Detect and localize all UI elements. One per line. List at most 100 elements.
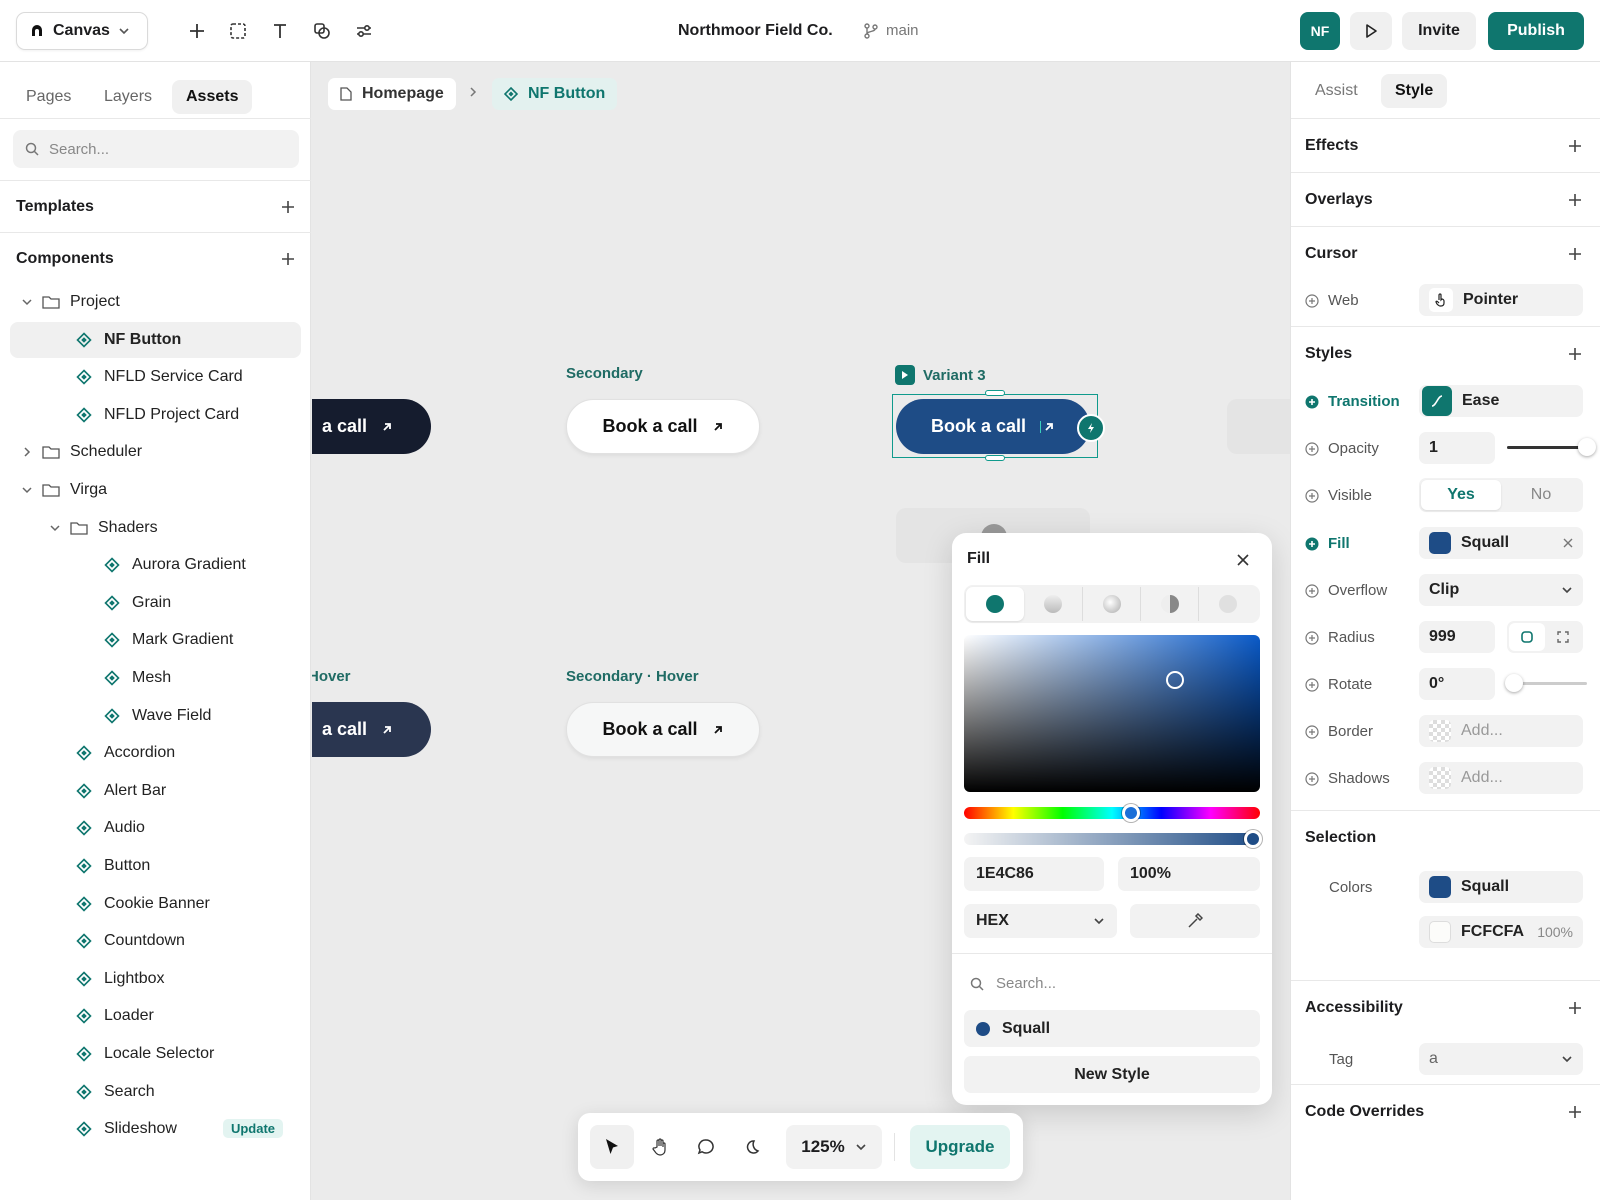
publish-button[interactable]: Publish [1488,12,1584,50]
shapes-icon[interactable] [309,18,335,44]
border-add-input[interactable]: Add... [1419,715,1583,747]
fill-style-select[interactable]: Squall [1419,527,1583,559]
opacity-slider-knob[interactable] [1244,830,1262,848]
tree-item[interactable]: Mark Gradient [10,622,301,658]
tab-assets[interactable]: Assets [172,80,253,114]
add-effect-icon[interactable] [1567,138,1583,154]
document-title[interactable]: Northmoor Field Co. [678,22,833,40]
avatar[interactable]: NF [1300,12,1340,50]
dark-mode-icon[interactable] [730,1125,774,1169]
opacity-input[interactable]: 1 [1419,432,1495,464]
tree-item[interactable]: Project [10,284,301,320]
tree-item[interactable]: NFLD Project Card [10,397,301,433]
radius-input[interactable]: 999 [1419,621,1495,653]
invite-button[interactable]: Invite [1402,12,1476,50]
fill-type-image[interactable] [1198,587,1256,621]
hue-slider-knob[interactable] [1122,804,1140,822]
tree-item[interactable]: Shaders [10,510,301,546]
chevron-down-icon[interactable] [20,295,34,309]
tree-item[interactable]: Aurora Gradient [10,547,301,583]
pointer-tool-icon[interactable] [590,1125,634,1169]
project-menu-button[interactable]: Canvas [16,12,148,50]
fill-type-conic[interactable] [1140,587,1198,621]
opacity-input[interactable]: 100% [1118,857,1260,891]
secondary-variant-button[interactable]: Book a call [566,399,760,454]
radius-uniform-icon[interactable] [1509,623,1545,651]
rotate-slider-track[interactable] [1505,674,1587,692]
tree-item[interactable]: Alert Bar [10,773,301,809]
resize-handle-bottom[interactable] [985,455,1005,461]
tab-assist[interactable]: Assist [1301,74,1372,108]
tree-item[interactable]: Locale Selector [10,1036,301,1072]
style-search-input[interactable]: Search... [970,975,1056,992]
tree-item[interactable]: NFLD Service Card [10,359,301,395]
tree-item[interactable]: Countdown [10,923,301,959]
interaction-bolt-icon[interactable] [1077,414,1105,442]
visible-yes-option[interactable]: Yes [1421,480,1501,510]
tab-pages[interactable]: Pages [12,80,85,114]
hue-slider[interactable] [964,804,1260,822]
update-badge[interactable]: Update [222,1119,283,1138]
hover-variant-button[interactable]: a call [312,702,431,757]
tree-item[interactable]: Accordion [10,735,301,771]
breadcrumb-nf-button[interactable]: NF Button [492,78,618,110]
add-style-icon[interactable] [1567,346,1583,362]
add-code-override-icon[interactable] [1567,1104,1583,1120]
frame-icon[interactable] [225,18,251,44]
add-accessibility-icon[interactable] [1567,1000,1583,1016]
tag-select[interactable]: a [1419,1043,1583,1075]
overflow-select[interactable]: Clip [1419,574,1583,606]
resize-handle-top[interactable] [985,390,1005,396]
preview-button[interactable] [1350,12,1392,50]
tab-style[interactable]: Style [1381,74,1448,108]
variant-label-variant3[interactable]: Variant 3 [895,365,986,385]
close-icon[interactable] [1563,538,1573,548]
zoom-select[interactable]: 125% [786,1125,882,1169]
variant3-button[interactable]: Book a call [896,399,1090,454]
hand-tool-icon[interactable] [638,1125,682,1169]
selection-color-squall[interactable]: Squall [1419,871,1583,903]
comment-tool-icon[interactable] [684,1125,728,1169]
chevron-down-icon[interactable] [48,521,62,535]
tree-item[interactable]: Loader [10,998,301,1034]
settings-sliders-icon[interactable] [351,18,377,44]
opacity-slider-knob[interactable] [1578,438,1596,456]
upgrade-button[interactable]: Upgrade [910,1125,1010,1169]
tree-item[interactable]: Lightbox [10,961,301,997]
tree-item[interactable]: Cookie Banner [10,886,301,922]
tree-item[interactable]: Wave Field [10,698,301,734]
opacity-slider-track[interactable] [1507,438,1596,456]
close-icon[interactable] [1232,549,1254,571]
add-template-icon[interactable] [281,200,295,214]
variant-placeholder[interactable] [1227,399,1290,454]
tree-item[interactable]: Grain [10,585,301,621]
saturation-value-picker[interactable] [964,635,1260,792]
add-overlay-icon[interactable] [1567,192,1583,208]
tab-layers[interactable]: Layers [90,80,166,114]
cursor-select[interactable]: Pointer [1419,284,1583,316]
tree-item[interactable]: Button [10,848,301,884]
chevron-down-icon[interactable] [20,483,34,497]
tree-item[interactable]: Slideshow Update [10,1111,301,1147]
text-icon[interactable] [267,18,293,44]
plus-icon[interactable] [184,18,210,44]
selection-color-fcfcfa[interactable]: FCFCFA 100% [1419,916,1583,948]
assets-search-input[interactable]: Search... [13,130,299,168]
color-format-select[interactable]: HEX [964,904,1117,938]
tree-item[interactable]: Audio [10,810,301,846]
visible-no-option[interactable]: No [1501,480,1581,510]
rotate-input[interactable]: 0° [1419,668,1495,700]
tree-item[interactable]: Virga [10,472,301,508]
tree-item[interactable]: Mesh [10,660,301,696]
secondary-hover-variant-button[interactable]: Book a call [566,702,760,757]
hex-input[interactable]: 1E4C86 [964,857,1104,891]
color-style-item[interactable]: Squall [964,1010,1260,1047]
add-component-icon[interactable] [281,252,295,266]
branch-selector[interactable]: main [864,22,919,39]
breadcrumb-homepage[interactable]: Homepage [328,78,456,110]
primary-variant-button[interactable]: a call [312,399,431,454]
tree-item[interactable]: Search [10,1074,301,1110]
tree-item[interactable]: NF Button [10,322,301,358]
eyedropper-button[interactable] [1130,904,1260,938]
new-style-button[interactable]: New Style [964,1056,1260,1093]
